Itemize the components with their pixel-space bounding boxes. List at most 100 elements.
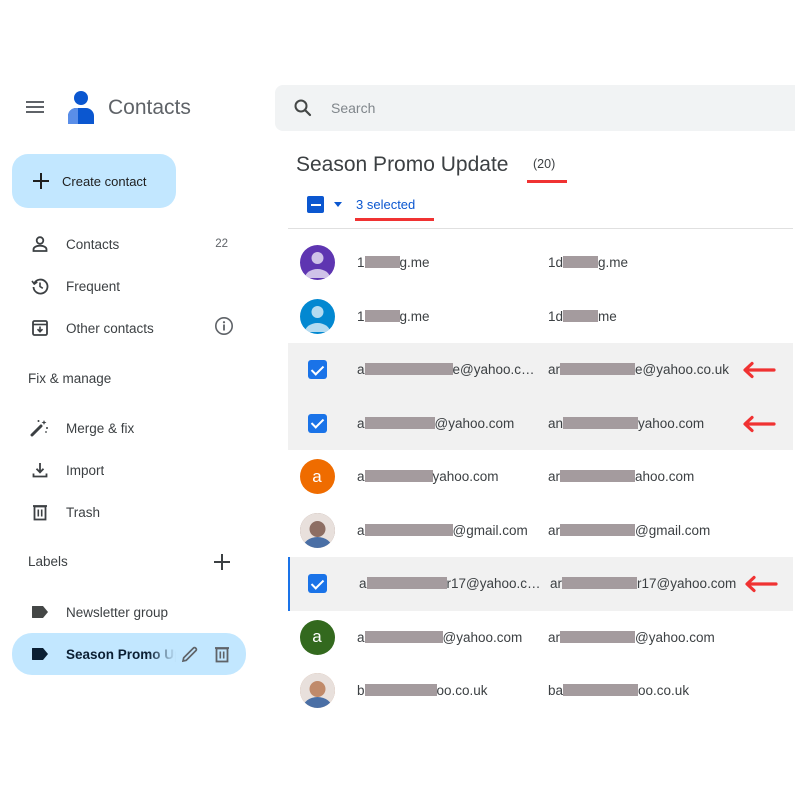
sidebar-label-name: Newsletter group [66,604,169,620]
page-title: Season Promo Update [296,153,509,176]
contact-name: a yahoo.com [357,469,499,485]
trash-icon[interactable] [212,644,232,664]
contact-row[interactable]: 1 g.me 1d g.me [288,236,793,290]
redaction-bar [560,523,636,536]
history-icon [30,276,50,296]
redaction-bar [364,416,435,429]
contact-name: a @yahoo.com [357,415,515,431]
contact-name: a @gmail.com [357,522,528,538]
selection-dropdown-caret[interactable] [334,202,342,207]
selected-count[interactable]: 3 selected [356,197,415,212]
contact-email: 1d g.me [548,255,629,271]
redaction-bar [560,630,636,643]
contact-name: a e@yahoo.co.uk [357,362,539,378]
sidebar-item-label: Import [66,462,105,478]
contact-email: an yahoo.com [548,415,705,431]
annotation-arrow-icon [743,361,776,379]
info-icon[interactable] [214,316,234,341]
contact-name: 1 g.me [357,255,430,271]
archive-download-icon [30,318,50,338]
redaction-bar [560,363,636,376]
annotation-arrow-icon [743,415,776,432]
redaction-bar [563,256,599,269]
contact-list: 1 g.me 1d g.me 1 g.me 1d me a e@yahoo.co.uk ar e@ya… [288,236,793,718]
create-contact-label: Create contact [62,173,147,189]
redaction-bar [563,416,639,429]
sidebar-item-label: Other contacts [66,320,154,336]
annotation-underline [355,218,434,221]
pencil-edit-icon[interactable] [180,644,200,664]
contact-row[interactable]: b oo.co.uk ba oo.co.uk [288,664,793,718]
contacts-logo-icon [68,91,94,124]
row-checkbox-checked[interactable] [307,360,327,380]
redaction-bar [562,577,638,590]
magic-wand-icon [30,418,50,438]
sidebar-item-contacts[interactable]: Contacts 22 [12,224,246,264]
sidebar-item-trash[interactable]: Trash [12,492,246,532]
download-tray-icon [30,460,50,480]
sidebar-item-merge-fix[interactable]: Merge & fix [12,408,246,448]
redaction-bar [364,256,400,269]
contact-name: 1 g.me [357,308,430,324]
sidebar-item-label: Frequent [66,278,121,294]
avatar-photo[interactable] [299,512,335,548]
contacts-count: 22 [215,238,228,250]
redaction-bar [563,684,639,697]
avatar-default-person-icon[interactable] [299,298,335,334]
contact-row[interactable]: a e@yahoo.co.uk ar e@yahoo.co.uk [288,343,793,397]
annotation-arrow-icon [745,575,778,593]
contact-count: (20) [533,157,556,171]
avatar-letter[interactable]: a [299,459,335,495]
contact-email: ar r17@yahoo.com [550,576,737,592]
contact-row[interactable]: a @gmail.com ar @gmail.com [288,504,793,558]
main-menu-button[interactable] [24,98,46,120]
plus-icon [31,171,51,191]
contact-row[interactable]: 1 g.me 1d me [288,290,793,344]
contact-row[interactable]: a a yahoo.com ar ahoo.com [288,450,793,504]
contact-email: ar e@yahoo.co.uk [548,362,730,378]
sidebar-item-other-contacts[interactable]: Other contacts [12,308,246,348]
contact-name: b oo.co.uk [357,683,488,699]
redaction-bar [563,309,599,322]
redaction-bar [364,630,443,643]
avatar-default-person-icon[interactable] [299,245,335,281]
sidebar-item-import[interactable]: Import [12,450,246,490]
row-checkbox-checked[interactable] [307,574,327,594]
label-tag-icon [30,644,50,664]
contact-email: ar ahoo.com [548,469,695,485]
redaction-bar [364,309,400,322]
divider [288,228,793,229]
avatar-letter[interactable]: a [299,619,335,655]
hamburger-menu-icon [26,101,44,103]
redaction-bar [560,470,636,483]
sidebar-item-frequent[interactable]: Frequent [12,266,246,306]
contact-row[interactable]: a r17@yahoo.co... ar r17@yahoo.com [288,557,793,611]
select-all-checkbox[interactable] [307,196,324,213]
contact-email: 1d me [548,308,617,324]
sidebar-item-label: Merge & fix [66,420,135,436]
app-title: Contacts [108,96,191,119]
search-icon[interactable] [293,98,313,118]
sidebar-label-season-promo-update[interactable]: Season Promo Update [12,633,246,675]
sidebar-label-newsletter-group[interactable]: Newsletter group [12,592,246,632]
annotation-underline [527,180,567,183]
redaction-bar [364,363,453,376]
trash-icon [30,502,50,522]
avatar-photo[interactable] [299,673,335,709]
contact-name: a r17@yahoo.co... [359,576,541,592]
sidebar-label-name: Season Promo Update [66,646,176,662]
search-bar[interactable] [275,85,795,131]
labels-heading: Labels [28,554,68,569]
label-tag-icon [30,602,50,622]
redaction-bar [364,684,437,697]
sidebar-item-label: Trash [66,504,101,520]
create-contact-button[interactable]: Create contact [12,154,176,208]
contact-email: ba oo.co.uk [548,683,690,699]
contact-name: a @yahoo.com [357,629,523,645]
contact-row[interactable]: a a @yahoo.com ar @yahoo.com [288,611,793,665]
contact-row[interactable]: a @yahoo.com an yahoo.com [288,396,793,450]
sidebar-item-label: Contacts [66,236,120,252]
search-input[interactable] [331,100,731,116]
add-label-button[interactable] [212,552,232,572]
row-checkbox-checked[interactable] [307,413,327,433]
